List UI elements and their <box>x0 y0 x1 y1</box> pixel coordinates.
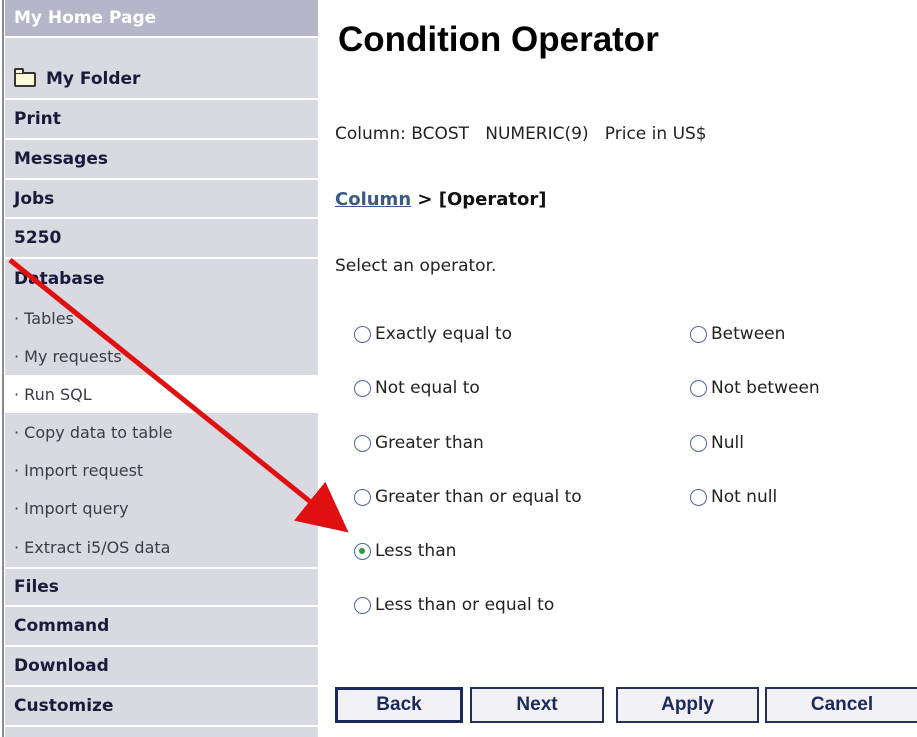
operator-between[interactable]: Between <box>690 324 785 344</box>
sidebar-item-label: Messages <box>14 149 108 169</box>
radio-icon[interactable] <box>690 488 707 506</box>
sidebar-item-files[interactable]: Files <box>5 567 318 607</box>
breadcrumb: Column > [Operator] <box>335 189 546 210</box>
sidebar-item-my-folder[interactable]: My Folder <box>5 60 318 100</box>
breadcrumb-link-column[interactable]: Column <box>335 189 411 210</box>
operator-less-than[interactable]: Less than <box>354 541 456 561</box>
sidebar-item-5250[interactable]: 5250 <box>5 219 318 259</box>
sidebar-item-messages[interactable]: Messages <box>5 140 318 180</box>
radio-icon[interactable] <box>354 379 371 397</box>
operator-not-between[interactable]: Not between <box>690 378 820 398</box>
sidebar-sub-label: · My requests <box>14 346 122 366</box>
operator-exactly-equal[interactable]: Exactly equal to <box>354 324 512 344</box>
operator-label: Less than or equal to <box>375 595 555 615</box>
radio-icon[interactable] <box>690 379 707 397</box>
sidebar-item-label: Command <box>14 616 110 636</box>
operator-label: Not equal to <box>375 378 480 398</box>
back-button[interactable]: Back <box>335 687 463 723</box>
page-title: Condition Operator <box>338 20 659 59</box>
radio-icon[interactable] <box>690 325 707 343</box>
edge-line <box>2 0 4 737</box>
sidebar-item-label: Print <box>14 109 61 129</box>
sidebar-item-database[interactable]: Database <box>5 259 318 299</box>
sidebar-item-command[interactable]: Command <box>5 607 318 647</box>
sidebar-sub-label: · Tables <box>14 308 74 328</box>
sidebar-sub-extract-data[interactable]: · Extract i5/OS data <box>5 527 318 567</box>
sidebar-sub-tables[interactable]: · Tables <box>5 299 318 337</box>
operator-greater-equal[interactable]: Greater than or equal to <box>354 487 582 507</box>
radio-checked-icon[interactable] <box>354 542 371 560</box>
sidebar-sub-my-requests[interactable]: · My requests <box>5 337 318 375</box>
sidebar-item-label: My Folder <box>46 69 141 89</box>
sidebar-item-jobs[interactable]: Jobs <box>5 180 318 219</box>
operator-label: Null <box>711 433 744 453</box>
sidebar-item-my-home-page[interactable]: My Home Page <box>5 0 318 38</box>
sidebar-item-label: Jobs <box>14 188 55 209</box>
sidebar-sub-label: · Copy data to table <box>14 422 173 442</box>
sidebar-sub-import-request[interactable]: · Import request <box>5 451 318 489</box>
operator-greater-than[interactable]: Greater than <box>354 433 484 453</box>
radio-icon[interactable] <box>354 596 371 614</box>
radio-icon[interactable] <box>354 434 371 452</box>
operator-not-null[interactable]: Not null <box>690 487 777 507</box>
sidebar-nav: My Home Page My Folder Print Messages Jo… <box>5 0 318 737</box>
sidebar-item-label: Files <box>14 577 59 597</box>
column-info: Column: BCOST NUMERIC(9) Price in US$ <box>335 124 707 144</box>
operator-label: Greater than or equal to <box>375 487 582 507</box>
sidebar-item-print[interactable]: Print <box>5 100 318 140</box>
cancel-button[interactable]: Cancel <box>765 687 917 723</box>
radio-icon[interactable] <box>690 434 707 452</box>
breadcrumb-current: > [Operator] <box>411 189 547 210</box>
sidebar-item-label: Customize <box>14 696 114 716</box>
sidebar-sub-label: · Import request <box>14 460 144 480</box>
sidebar-item-download[interactable]: Download <box>5 647 318 687</box>
sidebar-sub-run-sql[interactable]: · Run SQL <box>5 375 318 413</box>
radio-icon[interactable] <box>354 325 371 343</box>
apply-button[interactable]: Apply <box>616 687 759 723</box>
sidebar-sub-import-query[interactable]: · Import query <box>5 489 318 527</box>
sidebar-item-customize[interactable]: Customize <box>5 687 318 727</box>
sidebar-sub-label: · Run SQL <box>14 384 92 404</box>
sidebar-item-label: My Home Page <box>14 8 157 28</box>
sidebar-item-label: 5250 <box>14 228 62 248</box>
sidebar-sub-copy-data[interactable]: · Copy data to table <box>5 413 318 451</box>
sidebar-item-label: Database <box>14 269 105 289</box>
operator-label: Not null <box>711 487 778 507</box>
operator-label: Between <box>711 324 786 344</box>
operator-label: Greater than <box>375 433 484 453</box>
select-prompt: Select an operator. <box>335 256 497 276</box>
operator-label: Not between <box>711 378 820 398</box>
main-panel: Condition Operator Column: BCOST NUMERIC… <box>318 0 917 737</box>
sidebar-sub-label: · Extract i5/OS data <box>14 537 171 557</box>
folder-icon <box>14 67 36 87</box>
operator-less-equal[interactable]: Less than or equal to <box>354 595 554 615</box>
operator-not-equal[interactable]: Not equal to <box>354 378 480 398</box>
operator-null[interactable]: Null <box>690 433 744 453</box>
sidebar-item-label: Download <box>14 656 109 676</box>
next-button[interactable]: Next <box>470 687 604 723</box>
operator-label: Less than <box>375 541 457 561</box>
sidebar-sub-label: · Import query <box>14 498 129 518</box>
radio-icon[interactable] <box>354 488 371 506</box>
operator-label: Exactly equal to <box>375 324 513 344</box>
